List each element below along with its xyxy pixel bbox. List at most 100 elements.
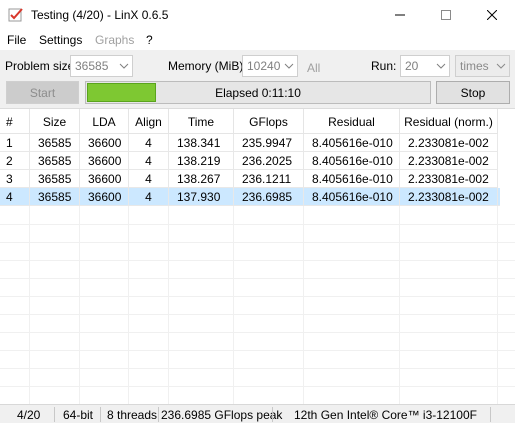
table-cell-size[interactable]: 36585 [30,170,80,188]
status-bar: 4/20 64-bit 8 threads 236.6985 GFlops pe… [0,404,515,423]
grid-line [0,386,515,387]
minimize-icon [395,14,405,16]
menu-file[interactable]: File [7,33,26,47]
table-cell-align[interactable]: 4 [129,188,169,206]
maximize-button[interactable] [423,0,469,30]
grid-line [0,350,515,351]
grid-line [79,206,80,404]
grid-line [399,206,400,404]
grid-line [0,242,515,243]
table-cell-gflops[interactable]: 236.6985 [234,188,304,206]
table-cell-time[interactable]: 138.219 [169,152,234,170]
table-cell-index[interactable]: 3 [0,170,30,188]
status-progress: 4/20 [17,408,41,422]
table-cell-residual-norm[interactable]: 2.233081e-002 [400,134,498,152]
table-cell-residual[interactable]: 8.405616e-010 [304,152,400,170]
menu-help[interactable]: ? [146,33,153,47]
table-cell-index[interactable]: 2 [0,152,30,170]
status-cpu: 12th Gen Intel® Core™ i3-12100F [294,408,477,422]
grid-line [128,206,129,404]
table-cell-lda[interactable]: 36600 [80,152,129,170]
grid-line [0,296,515,297]
grid-line [0,278,515,279]
problem-size-combo[interactable]: 36585 [70,55,133,77]
all-memory-checkbox[interactable]: All [307,61,320,75]
problem-size-value: 36585 [75,59,109,73]
grid-line [168,206,169,404]
table-cell-gflops[interactable]: 235.9947 [234,134,304,152]
problem-size-label: Problem size: [5,59,78,73]
memory-value: 10240 [247,59,281,73]
chevron-down-icon [119,63,129,69]
start-button[interactable]: Start [6,81,79,104]
table-cell-size[interactable]: 36585 [30,134,80,152]
status-threads: 8 threads [107,408,158,422]
table-cell-residual[interactable]: 8.405616e-010 [304,134,400,152]
grid-line [0,260,515,261]
run-unit-combo[interactable]: times [455,55,510,77]
run-label: Run: [371,59,397,73]
title-bar: Testing (4/20) - LinX 0.6.5 [0,0,515,30]
column-header-index[interactable]: # [0,109,30,134]
table-cell-residual-norm[interactable]: 2.233081e-002 [400,170,498,188]
table-cell-index[interactable]: 1 [0,134,30,152]
table-cell-time[interactable]: 137.930 [169,188,234,206]
column-header-lda[interactable]: LDA [80,109,129,134]
checkmark-app-icon [8,8,23,22]
maximize-icon [441,10,451,20]
run-unit-value: times [460,59,489,73]
memory-combo[interactable]: 10240 [242,55,298,77]
status-bits: 64-bit [63,408,94,422]
grid-line [233,206,234,404]
grid-line [303,206,304,404]
table-cell-time[interactable]: 138.267 [169,170,234,188]
table-cell-size[interactable]: 36585 [30,188,80,206]
test-progress-bar: Elapsed 0:11:10 [85,81,431,104]
table-cell-time[interactable]: 138.341 [169,134,234,152]
grid-line [0,332,515,333]
status-peak: 236.6985 GFlops peak [161,408,283,422]
table-cell-size[interactable]: 36585 [30,152,80,170]
table-cell-gflops[interactable]: 236.1211 [234,170,304,188]
table-cell-residual-norm[interactable]: 2.233081e-002 [400,152,498,170]
stop-button[interactable]: Stop [436,81,510,104]
grid-line [0,224,515,225]
table-cell-lda[interactable]: 36600 [80,188,129,206]
column-header-residual[interactable]: Residual [304,109,400,134]
column-header-align[interactable]: Align [129,109,169,134]
menu-graphs[interactable]: Graphs [95,33,134,47]
memory-label: Memory (MiB): [168,59,247,73]
table-cell-residual[interactable]: 8.405616e-010 [304,188,400,206]
table-cell-align[interactable]: 4 [129,134,169,152]
window-title: Testing (4/20) - LinX 0.6.5 [31,8,169,22]
column-header-residual-norm[interactable]: Residual (norm.) [400,109,498,134]
run-count-value: 20 [405,59,419,73]
run-count-combo[interactable]: 20 [400,55,450,77]
table-cell-lda[interactable]: 36600 [80,134,129,152]
grid-line [497,206,498,404]
table-cell-align[interactable]: 4 [129,170,169,188]
table-cell-residual-norm[interactable]: 2.233081e-002 [400,188,498,206]
close-icon [487,10,497,20]
chevron-down-icon [436,63,446,69]
column-header-time[interactable]: Time [169,109,234,134]
grid-line [29,206,30,404]
minimize-button[interactable] [377,0,423,30]
selected-row-tail [498,188,500,206]
chevron-down-icon [496,63,506,69]
grid-line [0,368,515,369]
table-cell-index[interactable]: 4 [0,188,30,206]
close-button[interactable] [469,0,515,30]
chevron-down-icon [284,63,294,69]
table-cell-lda[interactable]: 36600 [80,170,129,188]
column-header-gflops[interactable]: GFlops [234,109,304,134]
table-cell-gflops[interactable]: 236.2025 [234,152,304,170]
results-table[interactable]: # Size LDA Align Time GFlops Residual Residual … [0,108,515,404]
menu-bar: File Settings Graphs ? [0,30,515,50]
grid-line [0,314,515,315]
table-cell-residual[interactable]: 8.405616e-010 [304,170,400,188]
column-header-size[interactable]: Size [30,109,80,134]
elapsed-time: Elapsed 0:11:10 [215,86,301,100]
menu-settings[interactable]: Settings [39,33,82,47]
table-cell-align[interactable]: 4 [129,152,169,170]
